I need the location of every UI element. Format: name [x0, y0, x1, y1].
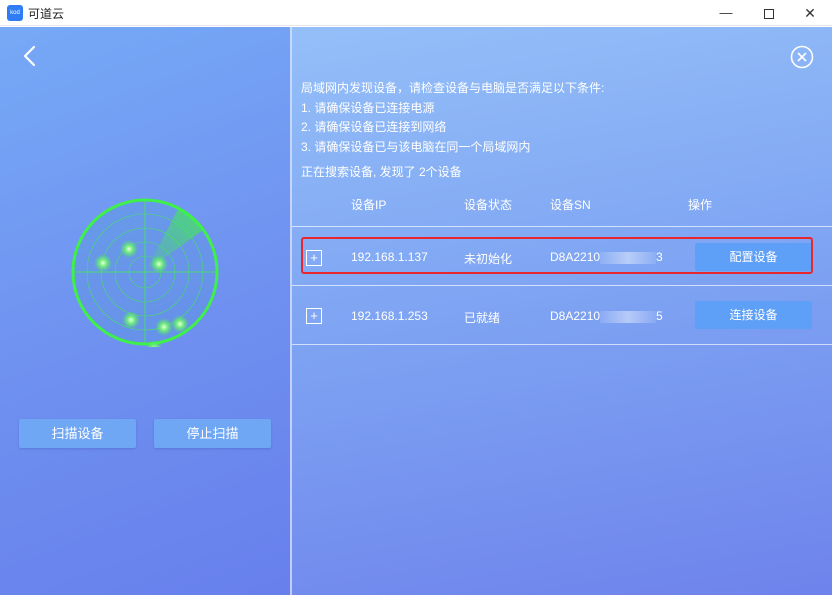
device-state: 已就绪	[464, 311, 501, 325]
header-action: 操作	[688, 198, 713, 212]
device-sn: D8A2210 5	[550, 309, 663, 323]
device-list-panel: 局域网内发现设备，请检查设备与电脑是否满足以下条件: 1. 请确保设备已连接电源…	[292, 27, 832, 595]
device-sn-prefix: D8A2210	[550, 309, 601, 323]
scan-panel: 扫描设备 停止扫描	[0, 27, 290, 595]
condition-1: 1. 请确保设备已连接电源	[301, 100, 435, 115]
table-divider	[292, 226, 832, 227]
device-ip: 192.168.1.253	[351, 309, 428, 323]
title-bar: kod 可道云 — ✕	[0, 0, 832, 26]
back-arrow-icon[interactable]	[18, 41, 42, 71]
highlight-box	[301, 237, 813, 274]
main-area: 扫描设备 停止扫描 局域网内发现设备，请检查设备与电脑是否满足以下条件: 1. …	[0, 27, 832, 595]
condition-3: 3. 请确保设备已与该电脑在同一个局域网内	[301, 139, 531, 154]
connect-device-button[interactable]: 连接设备	[695, 301, 812, 329]
maximize-icon	[764, 8, 774, 19]
header-sn: 设备SN	[550, 198, 591, 212]
header-ip: 设备IP	[351, 198, 387, 212]
expand-row-button[interactable]: +	[306, 308, 322, 324]
minimize-button[interactable]: —	[706, 0, 746, 26]
conditions-text: 局域网内发现设备，请检查设备与电脑是否满足以下条件: 1. 请确保设备已连接电源…	[301, 79, 604, 157]
close-window-button[interactable]: ✕	[790, 0, 830, 26]
conditions-intro: 局域网内发现设备，请检查设备与电脑是否满足以下条件:	[301, 81, 605, 95]
header-state: 设备状态	[464, 198, 513, 212]
window-title: 可道云	[28, 7, 65, 21]
table-row: + 192.168.1.253 已就绪 D8A2210 5 连接设备	[292, 288, 832, 344]
device-sn-suffix: 5	[656, 309, 663, 323]
table-divider	[292, 285, 832, 286]
search-status: 正在搜索设备, 发现了 2个设备	[301, 165, 462, 179]
scan-devices-button[interactable]: 扫描设备	[19, 419, 136, 448]
radar-animation	[71, 198, 219, 347]
close-circle-icon[interactable]	[790, 45, 814, 69]
maximize-button[interactable]	[749, 0, 789, 26]
table-divider	[292, 344, 832, 345]
sn-redaction	[600, 310, 657, 323]
condition-2: 2. 请确保设备已连接到网络	[301, 120, 447, 134]
app-logo-icon: kod	[7, 5, 23, 21]
stop-scan-button[interactable]: 停止扫描	[154, 419, 271, 448]
